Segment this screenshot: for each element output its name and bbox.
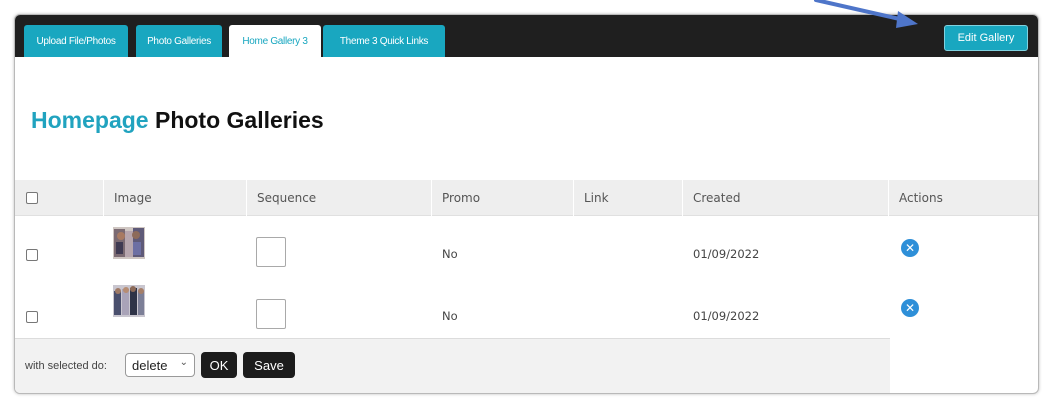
circle-x-icon[interactable]: ✕ xyxy=(901,239,919,257)
photo-thumbnail[interactable] xyxy=(113,227,145,259)
sequence-input[interactable] xyxy=(256,237,286,267)
gallery-panel: Upload File/Photos Photo Galleries Home … xyxy=(14,14,1039,394)
chevron-down-icon: ⌄ xyxy=(179,357,188,368)
promo-value: No xyxy=(442,247,458,261)
page-title: Homepage Photo Galleries xyxy=(31,107,324,134)
promo-value: No xyxy=(442,309,458,323)
select-all-checkbox[interactable] xyxy=(26,192,38,204)
save-button[interactable]: Save xyxy=(243,352,295,378)
bulk-action-select[interactable]: delete ⌄ xyxy=(125,353,195,377)
table-header: Image Sequence Promo Link Created Action… xyxy=(15,180,1038,216)
column-header-link: Link xyxy=(573,180,682,216)
ok-button[interactable]: OK xyxy=(201,352,237,378)
column-header-created: Created xyxy=(682,180,888,216)
bulk-actions-label: with selected do: xyxy=(25,360,107,372)
column-header-sequence: Sequence xyxy=(246,180,431,216)
column-header-actions: Actions xyxy=(888,180,1038,216)
circle-x-icon[interactable]: ✕ xyxy=(901,299,919,317)
photo-thumbnail[interactable] xyxy=(113,285,145,317)
page-title-rest: Photo Galleries xyxy=(154,107,324,133)
column-header-image: Image xyxy=(103,180,246,216)
created-date: 01/09/2022 xyxy=(693,309,760,323)
page-title-accent: Homepage xyxy=(31,107,149,133)
bulk-action-selected-value: delete xyxy=(132,357,168,373)
row-checkbox[interactable] xyxy=(26,311,38,323)
arrow-pointer-icon xyxy=(814,0,918,28)
created-date: 01/09/2022 xyxy=(693,247,760,261)
sequence-input[interactable] xyxy=(256,299,286,329)
table-row: No 01/09/2022 ✕ xyxy=(15,278,1038,340)
column-header-promo: Promo xyxy=(431,180,573,216)
table-row: No 01/09/2022 ✕ xyxy=(15,216,1038,278)
screenshot-canvas: Upload File/Photos Photo Galleries Home … xyxy=(0,0,1042,398)
bulk-actions-bar: with selected do: delete ⌄ OK Save xyxy=(15,338,890,393)
row-checkbox[interactable] xyxy=(26,249,38,261)
